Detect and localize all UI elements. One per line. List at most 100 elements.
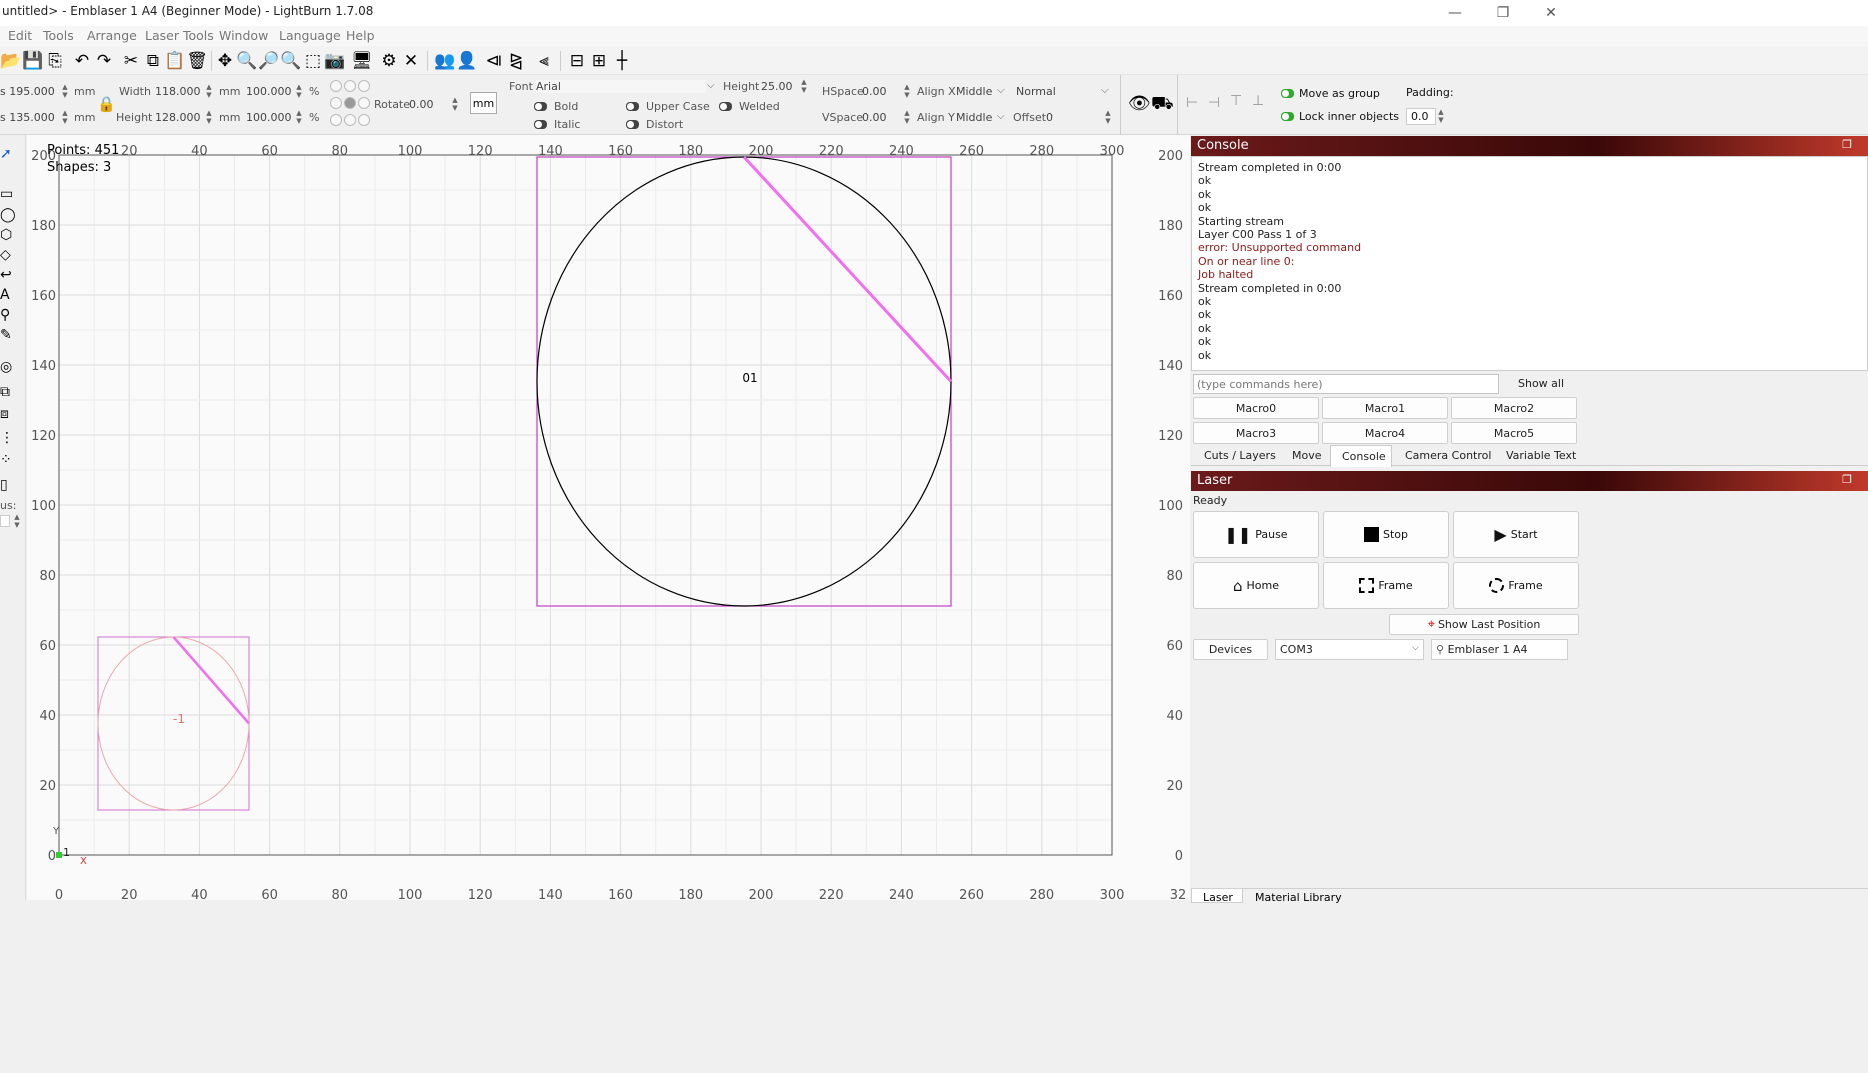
distribute-v-icon[interactable]: ⊞ <box>589 51 609 71</box>
spin-icon[interactable]: ▲ ▼ <box>295 109 303 125</box>
close-button[interactable]: ✕ <box>1528 0 1574 26</box>
line-tool-icon[interactable]: ↩ <box>0 268 12 282</box>
tab-laser[interactable]: Laser <box>1203 891 1233 904</box>
menu-arrange[interactable]: Arrange <box>87 28 137 43</box>
tab-console[interactable]: Console <box>1342 450 1386 463</box>
pause-button[interactable]: ❚❚ Pause <box>1193 511 1319 558</box>
frame-rect-button[interactable]: Frame <box>1323 562 1449 609</box>
grid-array-icon[interactable]: ⋮ <box>0 431 14 445</box>
copy-tool-icon[interactable]: ⧉ <box>0 385 10 399</box>
tab-material-library[interactable]: Material Library <box>1255 891 1342 904</box>
macro3-button[interactable]: Macro3 <box>1193 422 1319 444</box>
vspace-field[interactable]: 0.00 <box>862 111 887 124</box>
x-position-field[interactable]: s 195.000 <box>0 85 55 98</box>
align-y-select[interactable]: Middle <box>956 111 992 124</box>
spin-icon[interactable]: ▲ ▼ <box>903 109 911 125</box>
spin-icon[interactable]: ▲ ▼ <box>61 109 69 125</box>
text-mode-select[interactable]: Normal <box>1016 85 1056 98</box>
rectangle-tool-icon[interactable]: ▭ <box>0 187 13 201</box>
spin-icon[interactable]: ▲ ▼ <box>61 83 69 99</box>
zoom-in-icon[interactable]: 🔎 <box>258 51 279 71</box>
tab-cuts-layers[interactable]: Cuts / Layers <box>1204 449 1276 462</box>
group-icon[interactable]: 👥 <box>434 51 455 71</box>
frame-circle-button[interactable]: Frame <box>1453 562 1579 609</box>
ungroup-icon[interactable]: 👤 <box>456 51 477 71</box>
measure-tool-icon[interactable]: ✎ <box>0 328 12 342</box>
paste-icon[interactable]: 📋 <box>164 51 185 71</box>
y-position-field[interactable]: s 135.000 <box>0 111 55 124</box>
design-canvas[interactable]: 20 40 60 80 100 120 140 160 180 200 220 240 260 280 30… <box>27 135 1190 900</box>
redo-icon[interactable]: ↷ <box>94 51 114 71</box>
preview-icon[interactable]: 👁 <box>1128 93 1151 114</box>
height-percent-field[interactable]: 100.000 <box>246 111 292 124</box>
port-select[interactable]: COM3 ⌵ <box>1275 639 1424 660</box>
chevron-down-icon[interactable]: ⌵ <box>707 80 715 91</box>
padding-field[interactable]: 0.0 <box>1406 108 1436 125</box>
rotate-field[interactable]: 0.00 <box>409 98 434 111</box>
position-tool-icon[interactable]: ⚲ <box>0 308 10 322</box>
star-tool-icon[interactable]: ◇ <box>0 248 11 262</box>
chevron-down-icon[interactable]: ⌵ <box>1101 85 1109 96</box>
bold-toggle[interactable] <box>534 102 547 111</box>
float-panel-icon[interactable]: ❐ <box>1842 138 1852 151</box>
open-icon[interactable]: 📂 <box>0 51 21 71</box>
macro0-button[interactable]: Macro0 <box>1193 397 1319 419</box>
spin-icon[interactable]: ▲ ▼ <box>13 513 21 529</box>
settings-icon[interactable]: ⚙ <box>379 51 399 71</box>
units-button[interactable]: mm <box>470 92 497 114</box>
monitor-icon[interactable]: 🖥 <box>351 51 373 71</box>
device-select[interactable]: ⚲ Emblaser 1 A4 <box>1431 639 1568 660</box>
float-panel-icon[interactable]: ❐ <box>1842 473 1852 486</box>
chevron-down-icon[interactable]: ⌵ <box>997 111 1005 122</box>
copy-icon[interactable]: ⧉ <box>143 51 163 71</box>
devices-button[interactable]: Devices <box>1193 639 1268 660</box>
chevron-down-icon[interactable]: ⌵ <box>997 85 1005 96</box>
camera-icon[interactable]: 📷 <box>324 51 345 71</box>
font-select[interactable]: Arial <box>536 80 706 93</box>
macro4-button[interactable]: Macro4 <box>1322 422 1448 444</box>
laser-machine-icon[interactable]: ⛟ <box>1151 93 1174 117</box>
align-x-select[interactable]: Middle <box>956 85 992 98</box>
distort-toggle[interactable] <box>626 120 639 129</box>
spin-icon[interactable]: ▲ ▼ <box>451 96 459 112</box>
start-button[interactable]: ▶ Start <box>1453 511 1579 558</box>
minimize-button[interactable]: — <box>1432 0 1478 26</box>
ellipse-tool-icon[interactable]: ◯ <box>0 208 16 222</box>
upper-case-toggle[interactable] <box>626 102 639 111</box>
chevron-down-icon[interactable]: ⌵ <box>1412 643 1419 653</box>
show-last-position-button[interactable]: ⌖ Show Last Position <box>1389 614 1579 635</box>
show-all-checkbox[interactable]: Show all <box>1518 377 1564 390</box>
menu-laser-tools[interactable]: Laser Tools <box>145 28 214 43</box>
lock-icon[interactable]: 🔒 <box>97 95 116 113</box>
command-input[interactable]: (type commands here) <box>1193 374 1499 394</box>
delete-icon[interactable]: 🗑 <box>186 51 208 71</box>
cut-icon[interactable]: ✂ <box>121 51 141 71</box>
zoom-selection-icon[interactable]: ⬚ <box>303 51 323 71</box>
align-icon[interactable]: ⊤ <box>1230 93 1242 109</box>
width-field[interactable]: 118.000 <box>155 85 201 98</box>
home-button[interactable]: ⌂ Home <box>1193 562 1319 609</box>
offset-field[interactable]: 0 <box>1046 111 1053 124</box>
spin-icon[interactable]: ▲ ▼ <box>800 78 808 94</box>
align-icon[interactable]: ⊢ <box>1186 95 1198 111</box>
macro5-button[interactable]: Macro5 <box>1451 422 1577 444</box>
tools-icon[interactable]: ✕ <box>401 51 421 71</box>
menu-edit[interactable]: Edit <box>8 28 32 43</box>
spin-icon[interactable]: ▲ ▼ <box>1437 108 1445 124</box>
align-left-icon[interactable]: ⫷ <box>534 51 554 71</box>
lock-inner-toggle[interactable] <box>1281 112 1294 121</box>
menu-language[interactable]: Language <box>279 28 341 43</box>
align-icon[interactable]: ⊣ <box>1208 95 1220 111</box>
large-diagonal-line[interactable] <box>742 155 953 383</box>
undo-icon[interactable]: ↶ <box>72 51 92 71</box>
circular-array-icon[interactable]: ⁘ <box>0 453 12 467</box>
spin-icon[interactable]: ▲ ▼ <box>295 83 303 99</box>
offset-tool-icon[interactable]: ◎ <box>0 360 12 374</box>
macro2-button[interactable]: Macro2 <box>1451 397 1577 419</box>
move-as-group-toggle[interactable] <box>1281 89 1294 98</box>
restore-button[interactable]: ❐ <box>1480 0 1526 26</box>
select-tool-icon[interactable]: ➚ <box>0 147 12 161</box>
polygon-tool-icon[interactable]: ⬡ <box>0 228 12 242</box>
spin-icon[interactable]: ▲ ▼ <box>205 83 213 99</box>
spin-icon[interactable]: ▲ ▼ <box>205 109 213 125</box>
